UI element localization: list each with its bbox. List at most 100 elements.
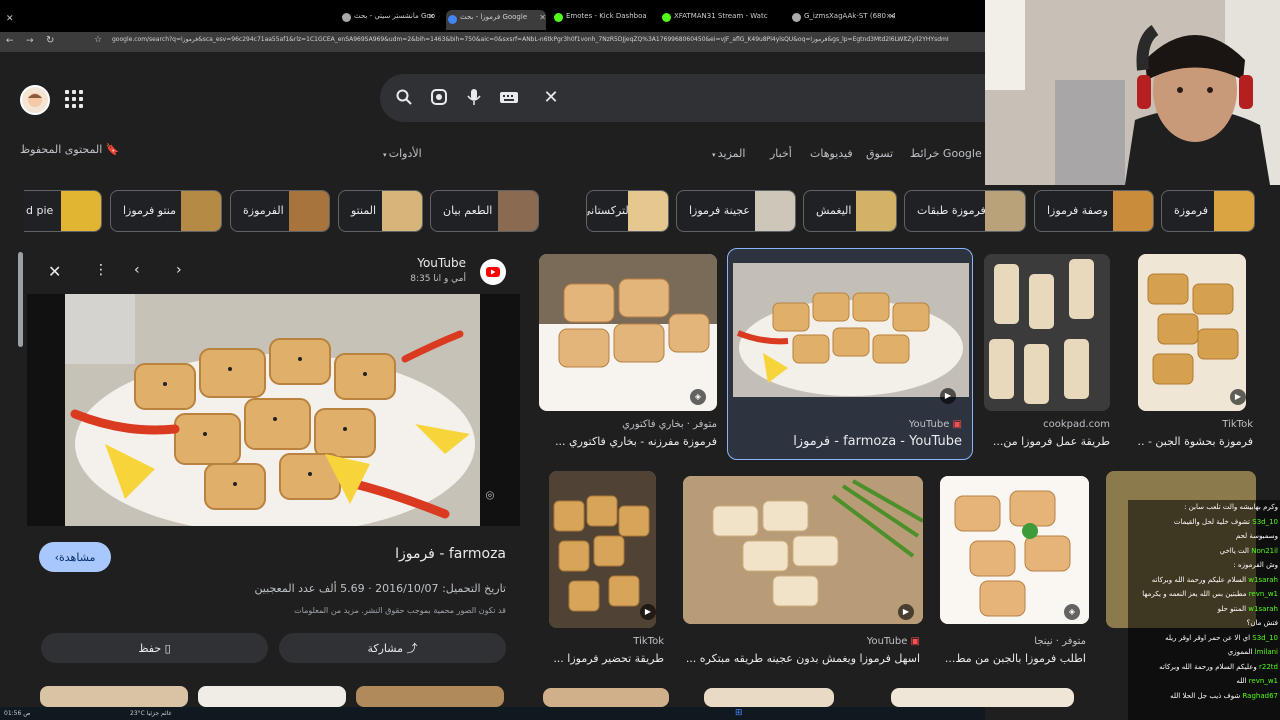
result-image[interactable] [704, 688, 834, 707]
search-icon[interactable] [394, 88, 414, 108]
chat-username[interactable]: r22td [1259, 663, 1278, 671]
chat-username[interactable]: Raghad67 [1242, 692, 1278, 700]
chip-label: اليغمش [816, 204, 852, 217]
browser-tab[interactable]: G_izmsXagAAk-ST (680×479)✕ [790, 12, 895, 28]
close-preview-icon[interactable]: ✕ [48, 262, 61, 281]
related-thumbnail[interactable] [356, 686, 504, 707]
result-caption[interactable]: farmoza - YouTube - فرموزا [740, 434, 962, 449]
chip-yazid[interactable]: يزيد التركستاني [586, 190, 669, 232]
scrollbar[interactable] [18, 252, 23, 347]
chat-message: S3d_10 اي الا عن حمر اوقر اوقر ريله [1130, 634, 1278, 642]
chip-farmoza[interactable]: فرموزة [1161, 190, 1255, 232]
chip-thumbnail [1214, 191, 1254, 231]
result-caption[interactable]: طريقة عمل فرموزا من... [984, 435, 1110, 448]
chat-username[interactable]: w1sarah [1248, 576, 1278, 584]
url-text[interactable]: google.com/search?q=فرموزا&sca_esv=96c29… [112, 36, 982, 49]
result-source[interactable]: متوفر · نينجا [940, 636, 1086, 647]
preview-source[interactable]: YouTube [380, 256, 466, 270]
tab-maps[interactable]: خرائط Google [910, 147, 982, 160]
tab-videos[interactable]: فيديوهات [810, 147, 853, 160]
share-button[interactable]: مشاركة ⤴ [279, 633, 506, 663]
chip-dough[interactable]: عجينة فرموزا [676, 190, 796, 232]
close-icon[interactable]: ✕ [428, 12, 435, 21]
close-window-icon[interactable]: ✕ [6, 14, 14, 24]
result-image[interactable] [1138, 254, 1246, 411]
chip-pie[interactable]: d pie [24, 190, 102, 232]
chevron-left-icon[interactable]: ‹ [134, 262, 140, 278]
tools-label: الأدوات [388, 147, 422, 160]
result-caption[interactable]: اسهل فرموزا ويغمش بدون عجينه طريقه مبتكر… [683, 652, 920, 665]
related-thumbnail[interactable] [198, 686, 346, 707]
result-image[interactable] [539, 254, 717, 411]
chat-username[interactable]: S3d_10 [1252, 634, 1278, 642]
tab-label: مانشستر سيتي - بحث Google [354, 12, 435, 20]
keyboard-icon[interactable] [499, 88, 519, 108]
result-caption[interactable]: اطلب فرموزا بالجبن من مط... [940, 652, 1086, 665]
result-image[interactable] [891, 688, 1074, 707]
result-source[interactable]: TikTok [1138, 419, 1253, 430]
chip-taste[interactable]: الطعم بيان [430, 190, 539, 232]
chevron-right-icon[interactable]: › [176, 262, 182, 278]
chat-text: وش الفرموزه : [1233, 561, 1278, 569]
tab-shopping[interactable]: تسوق [866, 147, 893, 160]
preview-image[interactable] [65, 294, 480, 534]
preview-title[interactable]: farmoza - فرموزا [250, 546, 506, 562]
result-image[interactable] [984, 254, 1110, 411]
chip-layers[interactable]: فرموزة طبقات [904, 190, 1026, 232]
microphone-icon[interactable] [464, 88, 484, 108]
lens-icon[interactable] [429, 88, 449, 108]
tab-news[interactable]: أخبار [770, 147, 792, 160]
back-icon[interactable]: ← [6, 36, 14, 46]
result-image[interactable] [549, 471, 656, 628]
browser-tab[interactable]: مانشستر سيتي - بحث Google✕ [340, 12, 435, 28]
result-image[interactable] [543, 688, 669, 707]
chat-username[interactable]: revn_w1 [1249, 590, 1278, 598]
taskbar-weather[interactable]: 23°C غائم جزئيا [130, 710, 172, 717]
chip-yaghmash[interactable]: اليغمش [803, 190, 897, 232]
chip-recipe[interactable]: وصفة فرموزا [1034, 190, 1154, 232]
chat-message: w1sarah المنتو حلو [1130, 605, 1278, 613]
bookmark-star-icon[interactable]: ☆ [94, 35, 102, 45]
tools-button[interactable]: ▾ الأدوات [383, 147, 422, 160]
chat-username[interactable]: w1sarah [1248, 605, 1278, 613]
result-image[interactable] [940, 476, 1089, 624]
result-caption[interactable]: فرموزة مفرزنه - بخاري فاكتوري ... [539, 435, 717, 448]
chat-username[interactable]: lmilani [1255, 648, 1278, 656]
result-source[interactable]: cookpad.com [984, 419, 1110, 430]
google-apps-icon[interactable] [65, 90, 83, 108]
close-icon[interactable]: ✕ [539, 13, 546, 22]
save-button[interactable]: حفظ ▯ [41, 633, 268, 663]
chip-manto-farmoza[interactable]: منتو فرموزا [110, 190, 222, 232]
related-thumbnail[interactable] [40, 686, 188, 707]
browser-tab[interactable]: Emotes - Kick Dashboard [552, 12, 647, 28]
chip-alfarmoza[interactable]: الفرموزة [230, 190, 330, 232]
chip-thumbnail [755, 191, 795, 231]
browser-tab-bar: مانشستر سيتي - بحث Google✕ فرموزا - بحث … [0, 0, 985, 32]
chat-username[interactable]: S3d_10 [1252, 518, 1278, 526]
close-icon[interactable]: ✕ [888, 12, 895, 21]
reload-icon[interactable]: ↻ [46, 35, 54, 46]
chat-username[interactable]: Non21il [1251, 547, 1278, 555]
result-caption[interactable]: طريقة تحضير فرموزا ... [549, 652, 664, 665]
browser-tab[interactable]: XFATMAN31 Stream - Watch Li [660, 12, 768, 28]
saved-content-link[interactable]: المحتوى المحفوظ 🔖 [20, 143, 119, 156]
preview-meta: تاريخ التحميل: 2016/10/07 · 5.69 ألف عدد… [254, 582, 506, 595]
result-image[interactable] [683, 476, 923, 624]
result-source[interactable]: ▣ YouTube [683, 636, 920, 647]
forward-icon[interactable]: → [26, 36, 34, 46]
more-options-icon[interactable]: ⋮ [94, 262, 108, 278]
browser-tab-active[interactable]: فرموزا - بحث Google ✕ [446, 10, 546, 30]
result-source[interactable]: متوفر · بخاري فاكتوري [539, 419, 717, 430]
avatar[interactable] [20, 85, 50, 115]
result-source[interactable]: TikTok [549, 636, 664, 647]
chip-manto[interactable]: المنتو [338, 190, 423, 232]
tab-more[interactable]: ▾ المزيد [712, 147, 745, 160]
taskbar-clock[interactable]: ص 01:56 [4, 710, 30, 717]
result-source[interactable]: ▣ YouTube [740, 419, 962, 430]
chat-username[interactable]: revn_w1 [1249, 677, 1278, 685]
result-caption[interactable]: فرموزة بحشوة الجبن - ... [1138, 435, 1253, 448]
windows-start-icon[interactable]: ⊞ [735, 708, 743, 718]
lens-search-icon[interactable]: ⌾ [480, 488, 500, 508]
watch-button[interactable]: ‹ مشاهدة [39, 542, 111, 572]
clear-search-icon[interactable]: ✕ [541, 88, 561, 108]
